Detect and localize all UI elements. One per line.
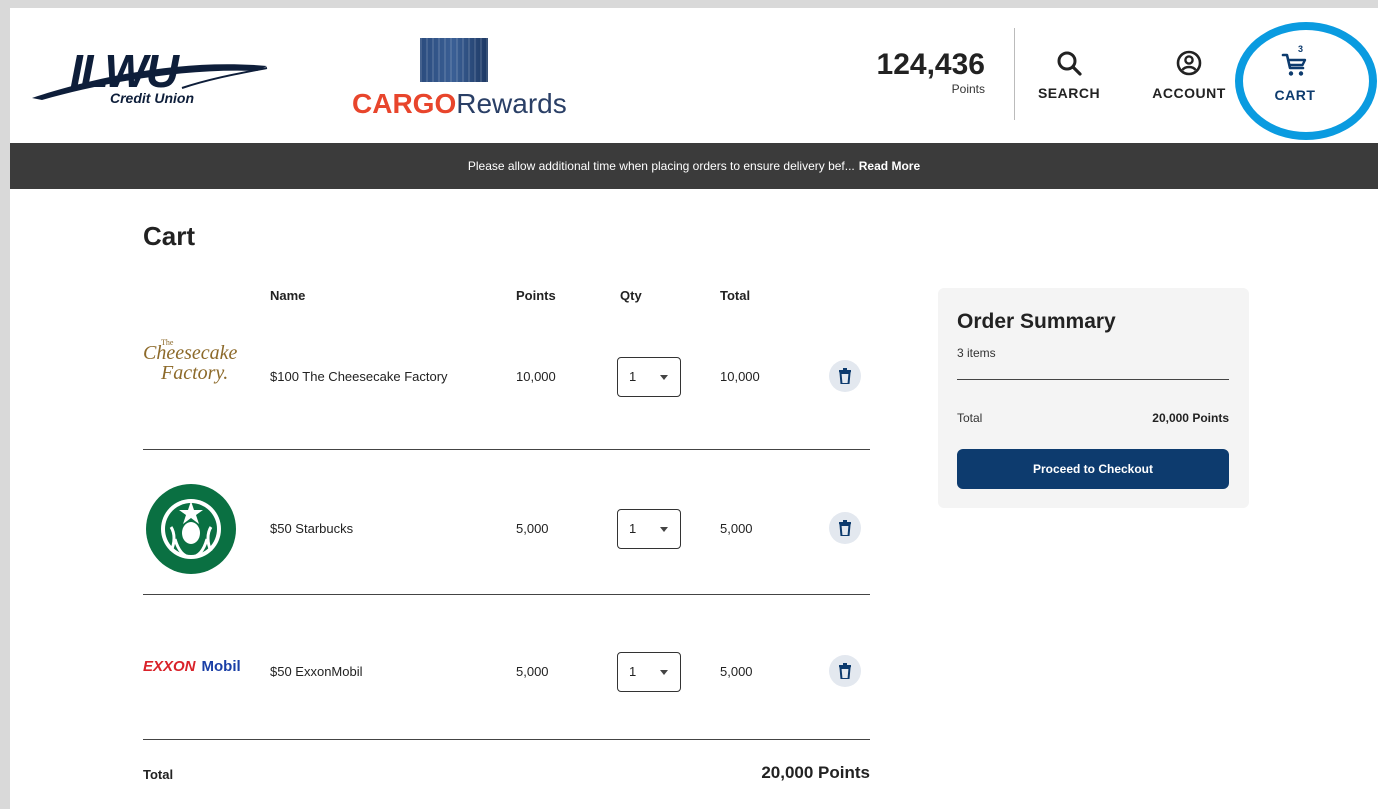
mobil-logo-text: Mobil [201, 658, 241, 675]
dropdown-arrow-icon [660, 375, 668, 380]
cargo-rewards-logo[interactable]: CARGORewards [350, 38, 567, 119]
quantity-value: 1 [629, 369, 637, 384]
notice-message: Please allow additional time when placin… [467, 159, 855, 173]
account-label: ACCOUNT [1152, 85, 1226, 101]
cart-total-value: 20,000 Points [761, 763, 870, 782]
remove-item-button[interactable] [829, 655, 861, 687]
item-name: $50 ExxonMobil [270, 664, 363, 679]
row-divider [143, 449, 870, 450]
item-total: 10,000 [720, 369, 760, 384]
cart-count-badge: 3 [1298, 44, 1304, 54]
ilwu-logo-subtext: Credit Union [110, 90, 194, 106]
cargo-rewards-wordmark: CARGORewards [352, 88, 567, 120]
read-more-link[interactable]: Read More [859, 159, 920, 173]
quantity-select[interactable]: 1 [617, 357, 681, 397]
points-balance-value: 124,436 [876, 48, 985, 81]
quantity-select[interactable]: 1 [617, 652, 681, 692]
cheesecake-factory-logo: The Cheesecake Factory. [143, 338, 243, 388]
trash-icon [839, 368, 851, 384]
page-title: Cart [143, 221, 196, 251]
item-points: 10,000 [516, 369, 556, 384]
column-header-name: Name [270, 288, 306, 303]
order-summary-title: Order Summary [957, 310, 1116, 333]
column-header-qty: Qty [620, 288, 642, 303]
remove-item-button[interactable] [829, 360, 861, 392]
order-summary-panel: Order Summary 3 items Total 20,000 Point… [938, 288, 1249, 508]
order-summary-total-value: 20,000 Points [1152, 411, 1229, 425]
order-summary-item-count: 3 items [957, 346, 996, 360]
quantity-value: 1 [629, 521, 637, 536]
exxon-logo-text: EXXON [143, 658, 196, 675]
item-name: $50 Starbucks [270, 521, 354, 536]
item-points: 5,000 [516, 664, 549, 679]
cart-row: $50 Starbucks 5,000 1 5,000 [143, 451, 870, 596]
site-header: ILWU Credit Union CARGORewards 124,436 P… [10, 8, 1378, 143]
order-summary-divider [957, 379, 1229, 380]
starbucks-logo [146, 484, 236, 574]
cart-button[interactable]: 3 CART [1250, 44, 1340, 103]
cart-total-label: Total [143, 767, 174, 782]
search-icon [1057, 51, 1082, 76]
notice-banner: Please allow additional time when placin… [10, 143, 1378, 189]
trash-icon [839, 663, 851, 679]
rewards-wordmark-light: Rewards [456, 88, 567, 119]
shipping-container-icon [420, 38, 488, 82]
item-total: 5,000 [720, 664, 753, 679]
row-divider [143, 594, 870, 595]
search-label: SEARCH [1037, 85, 1101, 101]
header-divider [1014, 28, 1015, 120]
search-button[interactable]: SEARCH [1024, 50, 1114, 101]
cart-label: CART [1274, 87, 1316, 103]
item-total: 5,000 [720, 521, 753, 536]
account-button[interactable]: ACCOUNT [1144, 50, 1234, 101]
trash-icon [839, 520, 851, 536]
cart-icon [1281, 53, 1307, 76]
cheesecake-logo-line2: Factory. [161, 362, 229, 384]
points-balance: 124,436 Points [840, 48, 985, 96]
column-header-total: Total [720, 288, 751, 303]
points-balance-label: Points [951, 82, 985, 96]
order-summary-total-label: Total [957, 411, 983, 425]
page: ILWU Credit Union CARGORewards 124,436 P… [10, 8, 1378, 809]
cart-row: The Cheesecake Factory. $100 The Cheesec… [143, 306, 870, 451]
account-icon [1176, 50, 1202, 76]
item-name: $100 The Cheesecake Factory [270, 369, 448, 384]
quantity-value: 1 [629, 664, 637, 679]
item-points: 5,000 [516, 521, 549, 536]
cargo-wordmark-bold: CARGO [352, 88, 457, 119]
remove-item-button[interactable] [829, 512, 861, 544]
quantity-select[interactable]: 1 [617, 509, 681, 549]
dropdown-arrow-icon [660, 670, 668, 675]
proceed-to-checkout-button[interactable]: Proceed to Checkout [957, 449, 1229, 489]
ilwu-credit-union-logo[interactable]: ILWU Credit Union [32, 38, 272, 108]
column-header-points: Points [516, 288, 556, 303]
dropdown-arrow-icon [660, 527, 668, 532]
row-divider [143, 739, 870, 740]
exxonmobil-logo: EXXON Mobil [143, 658, 241, 675]
cart-row: EXXON Mobil $50 ExxonMobil 5,000 1 5,000 [143, 596, 870, 741]
